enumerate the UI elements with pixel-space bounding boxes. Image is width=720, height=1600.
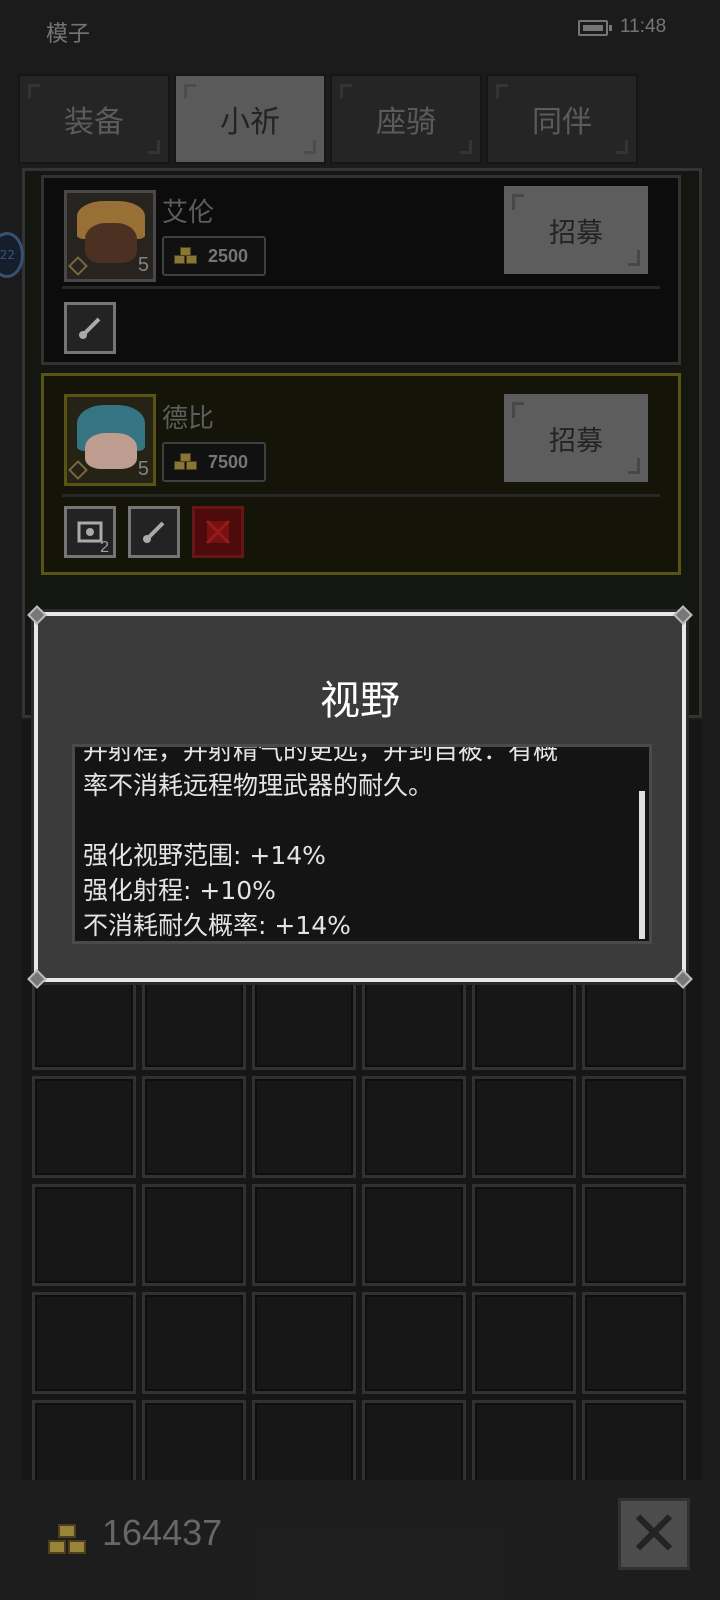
cost-badge: 7500 — [162, 442, 266, 482]
tab-mount[interactable]: 座骑 — [330, 74, 482, 164]
dialog-description[interactable]: 并射程，并射精气的更远，并到自被：有概 率不消耗远程物理武器的耐久。 强化视野范… — [72, 744, 652, 944]
inventory-slot[interactable] — [142, 1292, 246, 1394]
eye-scroll-icon[interactable]: 2 — [64, 506, 116, 558]
staff-icon[interactable] — [128, 506, 180, 558]
inventory-slot[interactable] — [32, 968, 136, 1070]
tab-label: 装备 — [64, 105, 124, 140]
inventory-slot[interactable] — [472, 1184, 576, 1286]
inventory-slot[interactable] — [32, 1184, 136, 1286]
rank-icon — [68, 460, 88, 480]
inventory-slot[interactable] — [472, 968, 576, 1070]
rank-icon — [68, 256, 88, 276]
scrollbar[interactable] — [639, 791, 645, 939]
inventory-slot[interactable] — [582, 1184, 686, 1286]
gold-icon — [174, 453, 198, 471]
cost-value: 2500 — [208, 245, 249, 266]
description-line: 并射程，并射精气的更远，并到自被：有概 — [83, 744, 559, 765]
tab-label: 同伴 — [532, 105, 592, 140]
inventory-slot[interactable] — [362, 1076, 466, 1178]
cost-badge: 2500 — [162, 236, 266, 276]
recruit-button[interactable]: 招募 — [504, 394, 648, 482]
status-bar: 模子 11:48 — [0, 0, 720, 60]
inventory-slot[interactable] — [582, 1292, 686, 1394]
clock: 11:48 — [620, 16, 667, 37]
description-line: 强化视野范围: +14% — [83, 841, 326, 870]
game-screen: 模子 11:48 装备 小祈 座骑 同伴 5 艾伦 2500 招募 5 德比 7… — [0, 0, 720, 1600]
staff-icon[interactable] — [64, 302, 116, 354]
inventory-slot[interactable] — [252, 1184, 356, 1286]
companion-name: 艾伦 — [162, 198, 215, 228]
inventory-slot[interactable] — [252, 968, 356, 1070]
inventory-grid — [32, 968, 692, 1502]
floating-badge[interactable]: 22 — [0, 232, 24, 278]
inventory-slot[interactable] — [582, 968, 686, 1070]
skill-count: 2 — [100, 539, 109, 556]
inventory-slot[interactable] — [252, 1076, 356, 1178]
gold-total: 164437 — [102, 1512, 223, 1553]
inventory-slot[interactable] — [252, 1292, 356, 1394]
description-line — [83, 803, 631, 838]
companion-level: 5 — [137, 254, 149, 276]
red-rune-icon[interactable] — [192, 506, 244, 558]
description-line: 率不消耗远程物理武器的耐久。 — [83, 771, 434, 800]
avatar: 5 — [64, 394, 156, 486]
recruit-label: 招募 — [549, 217, 603, 249]
tab-label: 座骑 — [376, 105, 436, 140]
companion-card-debi[interactable]: 5 德比 7500 招募 2 — [41, 373, 681, 575]
gold-icon — [48, 1524, 90, 1558]
dialog-title: 视野 — [320, 678, 400, 724]
avatar: 5 — [64, 190, 156, 282]
inventory-slot[interactable] — [32, 1292, 136, 1394]
description-line: 不消耗耐久概率: +14% — [83, 911, 351, 940]
gold-icon — [174, 247, 198, 265]
close-button[interactable]: ✕ — [618, 1498, 690, 1570]
app-name: 模子 — [46, 22, 91, 47]
battery-icon — [578, 20, 612, 36]
close-icon: ✕ — [628, 1497, 680, 1570]
skill-detail-dialog[interactable]: 视野 并射程，并射精气的更远，并到自被：有概 率不消耗远程物理武器的耐久。 强化… — [27, 605, 693, 989]
companion-name: 德比 — [162, 404, 215, 434]
description-line: 强化射程: +10% — [83, 876, 276, 905]
tab-companion[interactable]: 同伴 — [486, 74, 638, 164]
tab-label: 小祈 — [220, 105, 280, 140]
divider — [62, 494, 660, 497]
inventory-slot[interactable] — [362, 1292, 466, 1394]
tab-equipment[interactable]: 装备 — [18, 74, 170, 164]
inventory-slot[interactable] — [472, 1076, 576, 1178]
cost-value: 7500 — [208, 451, 249, 472]
inventory-slot[interactable] — [362, 1184, 466, 1286]
inventory-slot[interactable] — [32, 1076, 136, 1178]
companion-level: 5 — [137, 458, 149, 480]
inventory-slot[interactable] — [472, 1292, 576, 1394]
recruit-button[interactable]: 招募 — [504, 186, 648, 274]
recruit-label: 招募 — [549, 425, 603, 457]
inventory-slot[interactable] — [582, 1076, 686, 1178]
inventory-slot[interactable] — [142, 1076, 246, 1178]
divider — [62, 286, 660, 289]
inventory-slot[interactable] — [362, 968, 466, 1070]
inventory-slot[interactable] — [142, 1184, 246, 1286]
companion-card-allen[interactable]: 5 艾伦 2500 招募 — [41, 175, 681, 365]
tab-xiaoqi[interactable]: 小祈 — [174, 74, 326, 164]
inventory-slot[interactable] — [142, 968, 246, 1070]
